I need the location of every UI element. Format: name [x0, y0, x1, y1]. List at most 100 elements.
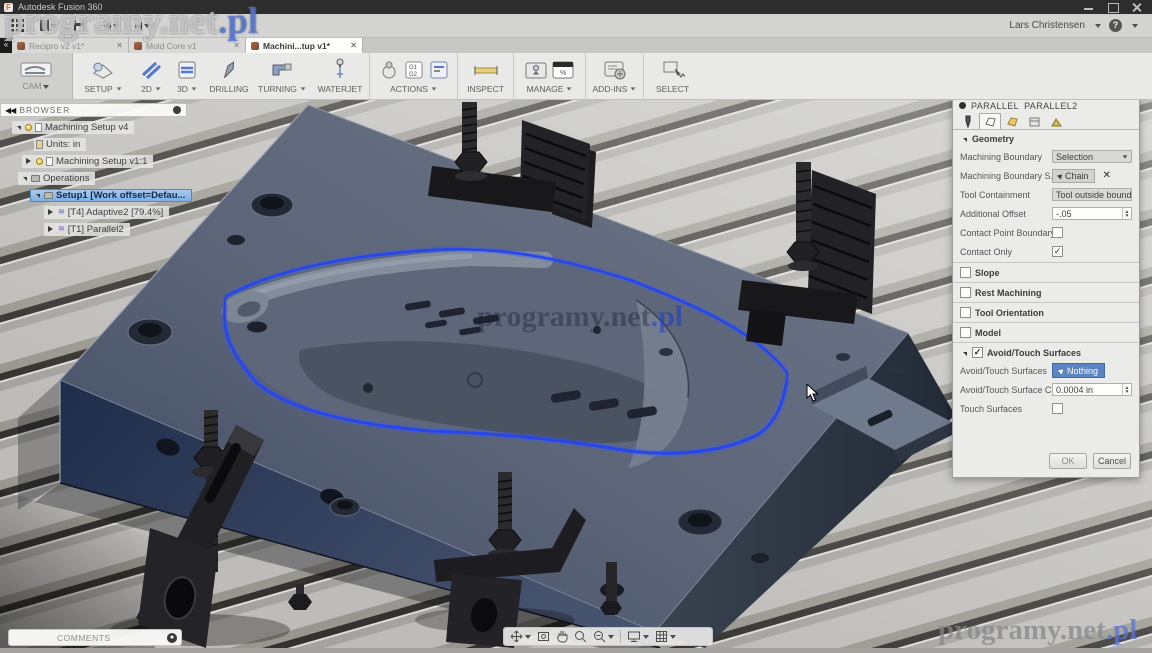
slope-checkbox[interactable]: [960, 267, 971, 278]
cam-workspace-icon: [19, 57, 53, 81]
user-menu-caret-icon[interactable]: [1095, 24, 1101, 28]
browser-row-setup1[interactable]: Setup1 [Work offset=Defau...: [0, 189, 187, 203]
avoid-touch-checkbox[interactable]: ✓: [972, 347, 983, 358]
rest-machining-section-header[interactable]: Rest Machining: [953, 284, 1139, 301]
ribbon-toolbar: CAM SETUP 2D 3D DRILLING TURNING WATERJE…: [0, 53, 1152, 100]
pan-orbit-icon[interactable]: [510, 630, 531, 643]
browser-row-machining-setup-v1[interactable]: Machining Setup v1:1: [0, 155, 187, 169]
ok-button[interactable]: OK: [1049, 453, 1087, 469]
contact-only-checkbox[interactable]: ✓: [1052, 246, 1063, 257]
expand-arrow-icon[interactable]: [23, 177, 27, 181]
rest-machining-checkbox[interactable]: [960, 287, 971, 298]
machining-boundary-select[interactable]: Selection: [1052, 150, 1132, 163]
ribbon-tool-manage[interactable]: % MANAGE: [513, 53, 585, 99]
tab-close-icon[interactable]: ✕: [233, 41, 240, 50]
chain-select-button[interactable]: Chain: [1052, 169, 1095, 183]
section-collapse-icon[interactable]: [963, 352, 967, 356]
ribbon-tool-waterjet[interactable]: WATERJET: [311, 53, 369, 99]
parallel-operation-icon: ≋: [58, 225, 65, 233]
tool-containment-select[interactable]: Tool outside bound...: [1052, 188, 1132, 201]
expand-arrow-icon[interactable]: [26, 158, 31, 164]
tool-orientation-checkbox[interactable]: [960, 307, 971, 318]
touch-surfaces-row: Touch Surfaces: [953, 399, 1139, 418]
browser-row-adaptive2[interactable]: ≋ [T4] Adaptive2 [79.4%]: [0, 206, 187, 220]
avoid-touch-surfaces-row: Avoid/Touch Surfaces Nothing: [953, 361, 1139, 380]
browser-row-machining-setup-v4[interactable]: Machining Setup v4: [0, 121, 187, 135]
expand-arrow-icon[interactable]: [36, 194, 40, 198]
ribbon-tool-actions[interactable]: G1G2 ACTIONS: [369, 53, 457, 99]
grid-layout-icon[interactable]: [655, 630, 676, 643]
document-tab-machining-setup[interactable]: Machini...tup v1* ✕: [246, 38, 363, 53]
ribbon-tool-turning[interactable]: TURNING: [253, 53, 311, 99]
window-maximize-button[interactable]: [1108, 3, 1118, 12]
browser-header[interactable]: ◀◀ BROWSER: [0, 103, 187, 117]
redo-icon[interactable]: [132, 18, 150, 33]
additional-offset-input[interactable]: -.05 ▲▼: [1052, 207, 1132, 220]
avoid-touch-section-header[interactable]: ✓ Avoid/Touch Surfaces: [953, 344, 1139, 361]
units-icon: [36, 140, 43, 149]
look-at-icon[interactable]: [537, 630, 550, 643]
comments-bar[interactable]: COMMENTS ●: [8, 629, 182, 646]
window-close-button[interactable]: [1132, 3, 1142, 12]
tab-heights-icon[interactable]: [1001, 113, 1023, 129]
tab-close-icon[interactable]: ✕: [350, 41, 357, 50]
spinner-arrows-icon[interactable]: ▲▼: [1122, 384, 1131, 395]
pan-hand-icon[interactable]: [556, 630, 568, 643]
user-name[interactable]: Lars Christensen: [1009, 20, 1085, 31]
select-cursor-icon: [1058, 367, 1065, 374]
browser-row-parallel2[interactable]: ≋ [T1] Parallel2: [0, 223, 187, 237]
tool-orientation-section-header[interactable]: Tool Orientation: [953, 304, 1139, 321]
component-icon: [46, 157, 53, 166]
zoom-icon[interactable]: [574, 630, 587, 643]
visibility-bulb-icon[interactable]: [25, 124, 32, 131]
browser-row-units[interactable]: Units: in: [0, 138, 187, 152]
document-tab-mold-core[interactable]: Mold Core v1 ✕: [129, 38, 246, 53]
clear-selection-icon[interactable]: ✕: [1103, 170, 1111, 181]
visibility-bulb-icon[interactable]: [36, 158, 43, 165]
comments-expand-icon[interactable]: ●: [167, 633, 177, 643]
browser-row-operations[interactable]: Operations: [0, 172, 187, 186]
tab-passes-icon[interactable]: [1023, 113, 1045, 129]
tab-geometry-icon[interactable]: [979, 113, 1001, 129]
window-minimize-button[interactable]: [1084, 3, 1094, 12]
ribbon-tool-setup[interactable]: SETUP: [73, 53, 133, 99]
slope-section-header[interactable]: Slope: [953, 264, 1139, 281]
contact-point-boundary-checkbox[interactable]: [1052, 227, 1063, 238]
tab-linking-icon[interactable]: [1045, 113, 1067, 129]
tab-close-icon[interactable]: ✕: [116, 41, 123, 50]
document-tab-recipro[interactable]: Recipro v2 v1* ✕: [12, 38, 129, 53]
browser-title: BROWSER: [19, 105, 70, 115]
spinner-arrows-icon[interactable]: ▲▼: [1122, 208, 1131, 219]
avoid-surfaces-select-button[interactable]: Nothing: [1052, 363, 1105, 378]
app-grid-icon[interactable]: [8, 18, 26, 33]
ribbon-tool-select[interactable]: SELECT: [643, 53, 701, 99]
geometry-section-header[interactable]: Geometry: [953, 130, 1139, 147]
workspace-selector-cam[interactable]: CAM: [0, 53, 73, 99]
expand-arrow-icon[interactable]: [48, 226, 53, 232]
panel-options-icon[interactable]: [173, 106, 181, 114]
zoom-window-icon[interactable]: [593, 630, 614, 643]
undo-icon[interactable]: [101, 18, 119, 33]
model-section-header[interactable]: Model: [953, 324, 1139, 341]
dialog-header[interactable]: PARALLEL PARALLEL2: [953, 98, 1139, 113]
ribbon-tool-3d[interactable]: 3D: [169, 53, 205, 99]
touch-surfaces-checkbox[interactable]: [1052, 403, 1063, 414]
collapse-panel-icon[interactable]: ◀◀: [1, 106, 19, 115]
ribbon-tool-2d[interactable]: 2D: [133, 53, 169, 99]
ribbon-tool-drilling[interactable]: DRILLING: [205, 53, 253, 99]
help-icon[interactable]: ?: [1109, 19, 1122, 32]
display-settings-icon[interactable]: [627, 630, 649, 643]
data-panel-toggle[interactable]: «: [0, 38, 12, 53]
expand-arrow-icon[interactable]: [48, 209, 53, 215]
save-icon[interactable]: [70, 18, 88, 33]
file-menu-icon[interactable]: [39, 18, 57, 33]
expand-arrow-icon[interactable]: [17, 126, 21, 130]
ribbon-tool-inspect[interactable]: INSPECT: [457, 53, 513, 99]
cancel-button[interactable]: Cancel: [1093, 453, 1131, 469]
section-collapse-icon[interactable]: [963, 138, 967, 142]
ribbon-tool-add-ins[interactable]: ADD-INS: [585, 53, 643, 99]
tab-tool-icon[interactable]: [957, 113, 979, 129]
model-checkbox[interactable]: [960, 327, 971, 338]
help-menu-caret-icon[interactable]: [1132, 24, 1138, 28]
avoid-clearance-input[interactable]: 0.0004 in ▲▼: [1052, 383, 1132, 396]
